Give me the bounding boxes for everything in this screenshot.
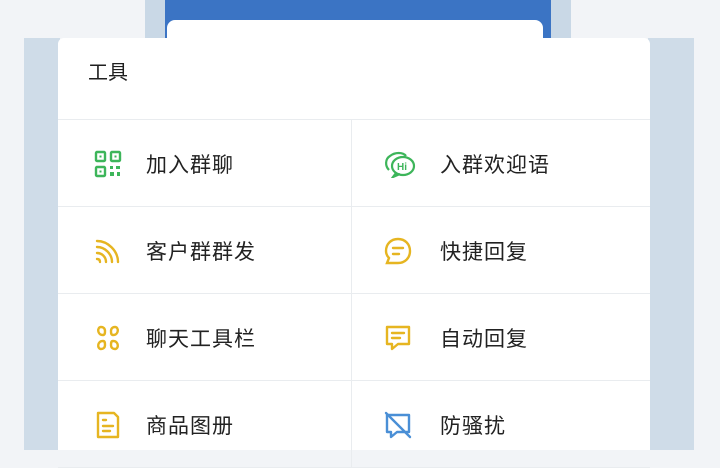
- tools-grid: 加入群聊 Hi 入群欢迎语 客户群群发 快捷回复 聊天工具栏 自动回复 商品图册…: [58, 120, 650, 468]
- catalog-icon: [96, 411, 120, 439]
- svg-text:Hi: Hi: [397, 162, 407, 173]
- tools-panel: 工具 加入群聊 Hi 入群欢迎语 客户群群发 快捷回复 聊天工具栏 自动回复 商…: [58, 38, 650, 468]
- tool-label: 商品图册: [146, 414, 234, 438]
- tool-label: 客户群群发: [146, 240, 256, 264]
- panel-title: 工具: [88, 60, 128, 84]
- tool-chat-toolbar[interactable]: 聊天工具栏: [58, 294, 352, 381]
- tool-label: 聊天工具栏: [146, 327, 256, 351]
- tool-label: 快捷回复: [440, 240, 528, 264]
- toolbar-icon: [97, 325, 119, 351]
- tool-product-catalog[interactable]: 商品图册: [58, 381, 352, 468]
- tool-group-broadcast[interactable]: 客户群群发: [58, 207, 352, 294]
- panel-header: 工具: [58, 38, 650, 120]
- tool-label: 防骚扰: [440, 414, 506, 438]
- tool-quick-reply[interactable]: 快捷回复: [352, 207, 650, 294]
- tool-join-group[interactable]: 加入群聊: [58, 120, 352, 207]
- tool-label: 加入群聊: [146, 153, 234, 177]
- quick-reply-icon: [384, 237, 412, 265]
- tool-welcome-message[interactable]: Hi 入群欢迎语: [352, 120, 650, 207]
- broadcast-icon: [95, 239, 120, 264]
- background-frame-left: [24, 38, 60, 450]
- background-frame-right: [648, 38, 694, 450]
- auto-reply-icon: [385, 325, 411, 351]
- tool-label: 入群欢迎语: [440, 153, 550, 177]
- tool-auto-reply[interactable]: 自动回复: [352, 294, 650, 381]
- anti-spam-icon: [384, 411, 412, 439]
- hi-chat-icon: Hi: [385, 151, 416, 178]
- tool-anti-harassment[interactable]: 防骚扰: [352, 381, 650, 468]
- qr-code-icon: [94, 150, 122, 178]
- tool-label: 自动回复: [440, 327, 528, 351]
